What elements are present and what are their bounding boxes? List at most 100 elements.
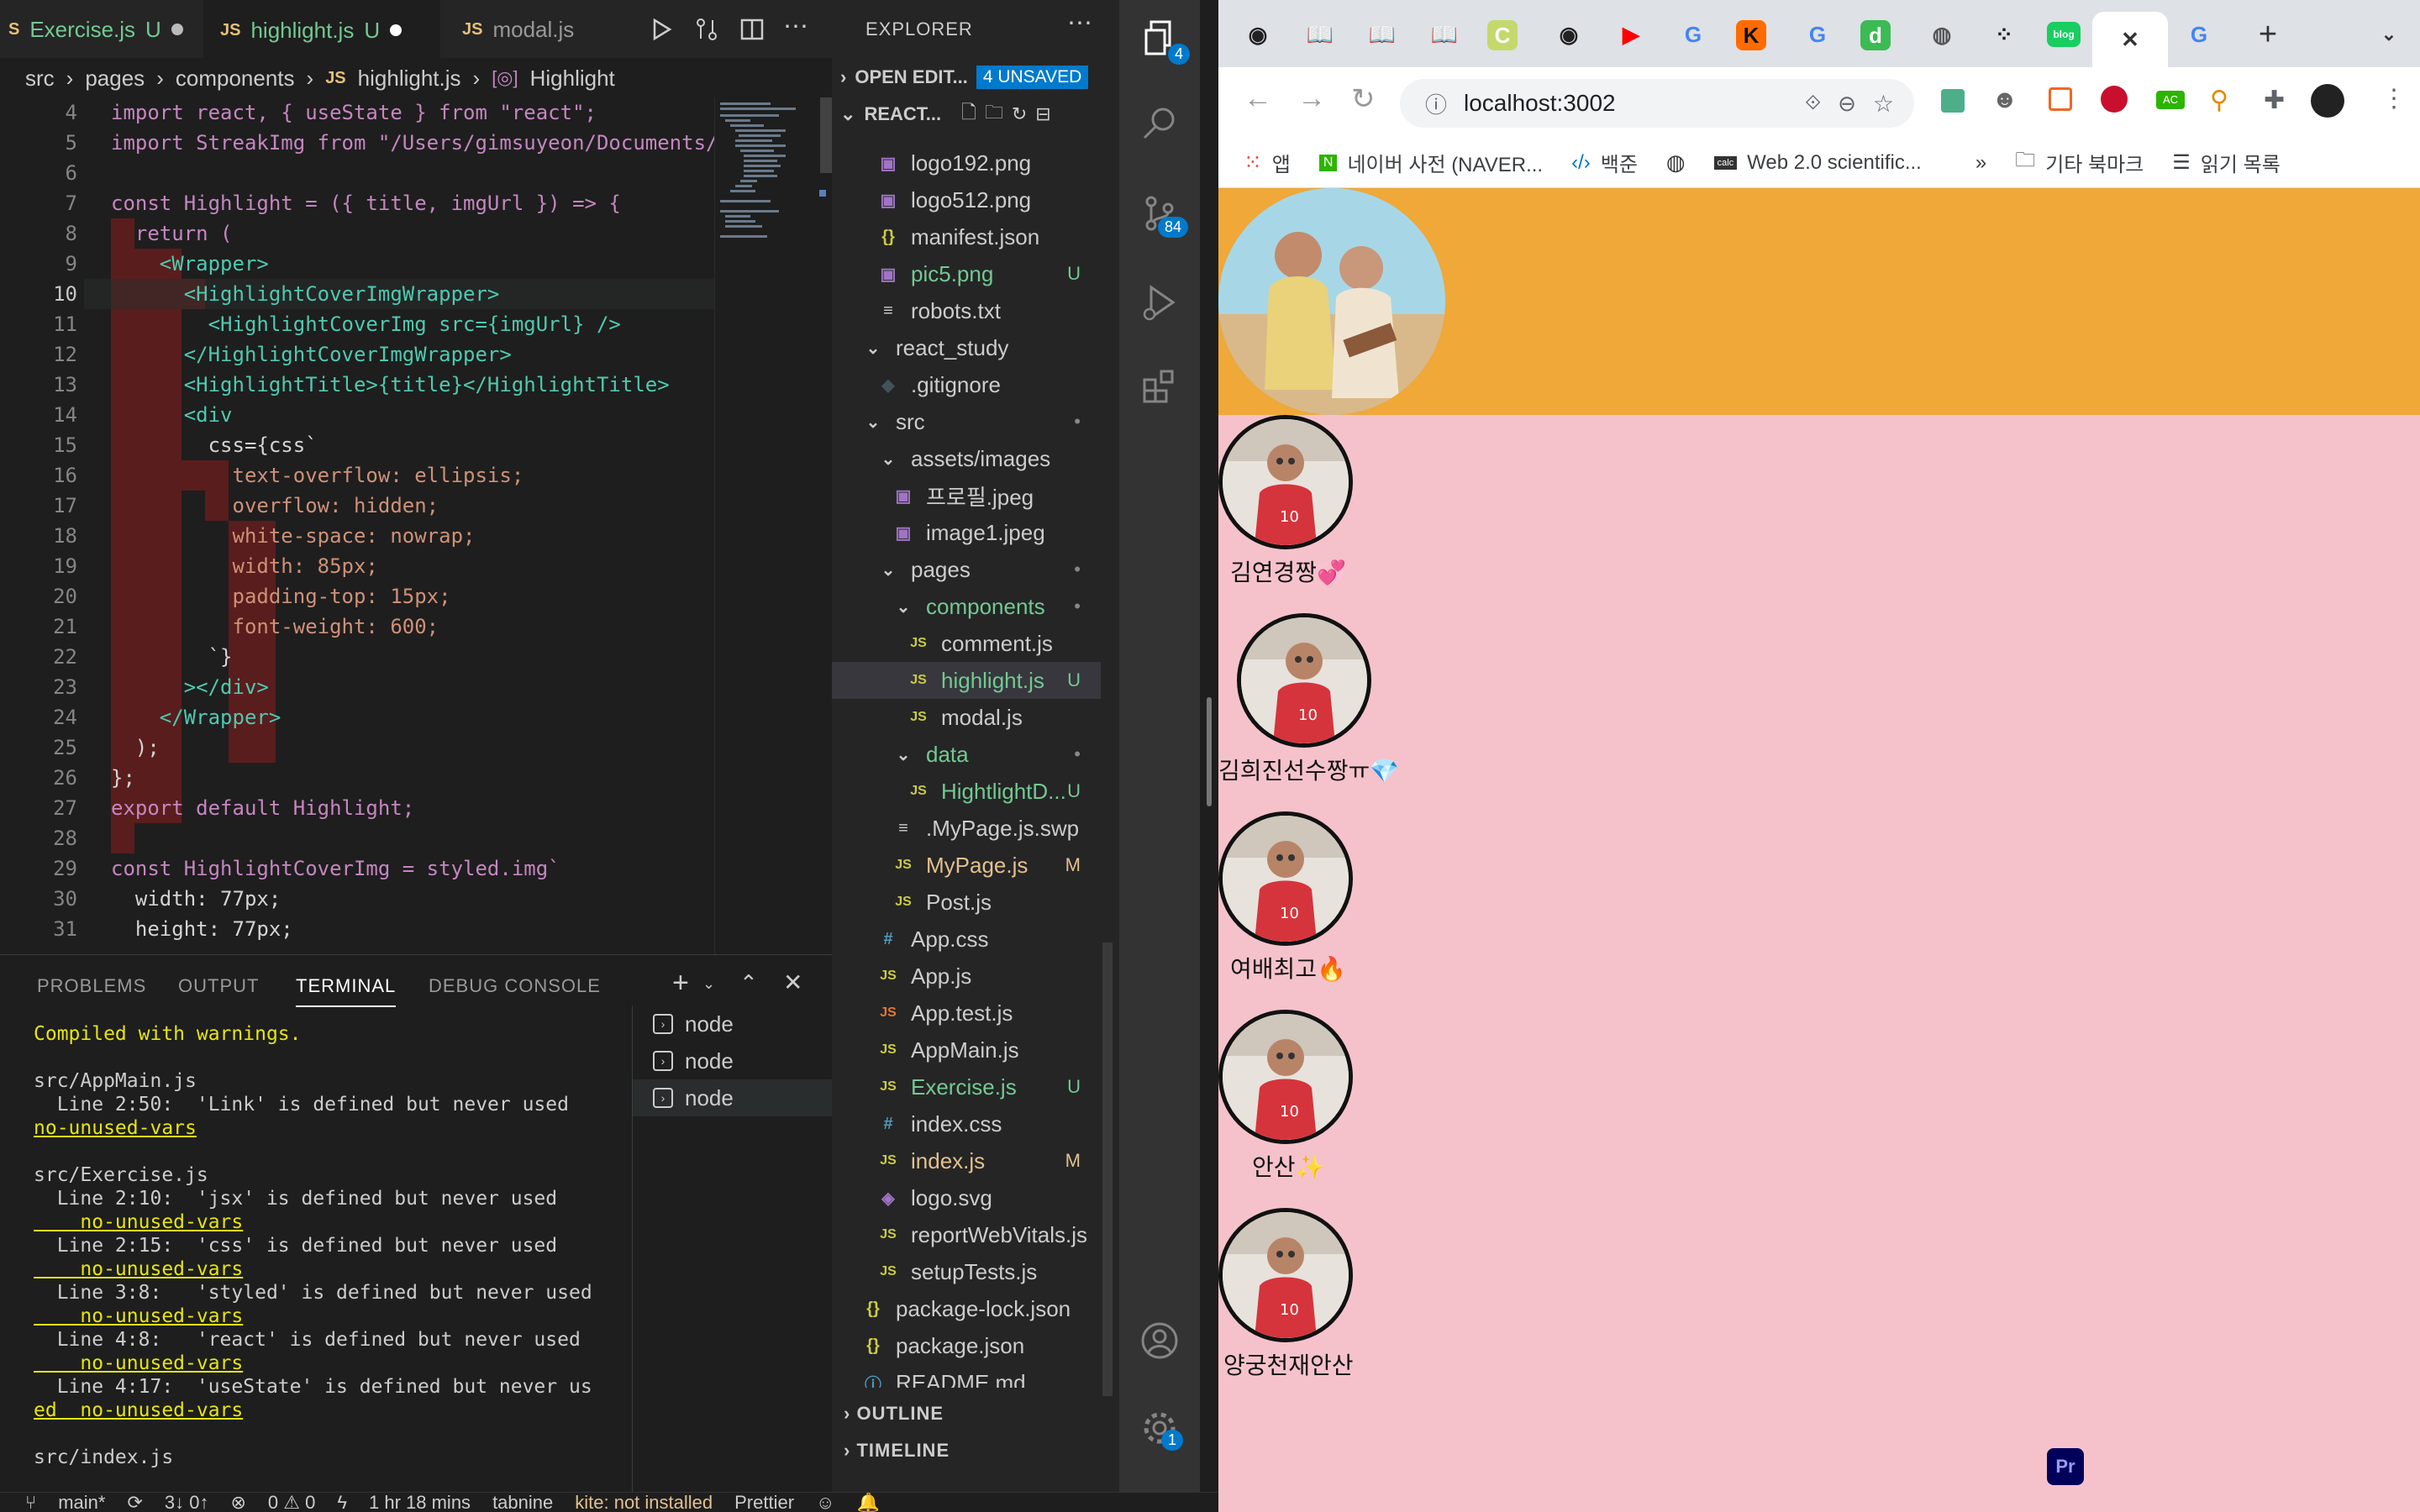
github-tab-icon[interactable]: ◉ — [1239, 18, 1277, 50]
extension-icon[interactable] — [1941, 89, 1965, 113]
github-tab-icon[interactable]: ◉ — [1549, 18, 1588, 50]
problems-status[interactable]: 0 ⚠ 0 — [268, 1493, 315, 1512]
new-folder-icon[interactable]: 🗀 — [985, 98, 1003, 130]
file-tree-item[interactable]: ▣ logo512.png — [832, 181, 1101, 218]
book-tab-icon[interactable]: 📖 — [1301, 18, 1339, 50]
collapse-all-icon[interactable]: ⊟ — [1035, 103, 1050, 125]
highlight-cover[interactable]: 10 — [1218, 811, 1353, 946]
more-actions-icon[interactable]: ⋯ — [783, 12, 808, 41]
file-tree-item[interactable]: JS App.js — [832, 958, 1101, 995]
file-tree-item[interactable]: JS modal.js — [832, 699, 1101, 736]
tab-output[interactable]: OUTPUT — [178, 975, 259, 997]
explorer-scrollbar[interactable] — [1102, 942, 1113, 1396]
k-tab-icon[interactable]: K — [1736, 20, 1766, 50]
file-tree-item[interactable]: ◆ .gitignore — [832, 366, 1101, 403]
terminal-item[interactable]: › node — [633, 1005, 832, 1042]
tab-debug-console[interactable]: DEBUG CONSOLE — [429, 975, 601, 997]
bookmark-naver-dict[interactable]: N 네이버 사전 (NAVER... — [1318, 148, 1543, 177]
globe-icon[interactable]: ◍ — [1666, 150, 1686, 176]
file-tree-item[interactable]: {} package-lock.json — [832, 1290, 1101, 1327]
highlight-cover[interactable]: 10 — [1218, 415, 1353, 549]
prettier-status[interactable]: Prettier — [734, 1493, 794, 1512]
refresh-icon[interactable]: ↻ — [1012, 103, 1027, 125]
extension-icon[interactable]: ⚲ — [2210, 86, 2228, 115]
file-tree-item[interactable]: ▣ pic5.png U — [832, 255, 1101, 292]
dots-tab-icon[interactable]: ⁘ — [1985, 18, 2023, 50]
reading-list[interactable]: ☰ 읽기 목록 — [2172, 148, 2281, 177]
terminal-item[interactable]: › node — [633, 1079, 832, 1116]
tab-highlight-js[interactable]: JS highlight.js U — [203, 0, 440, 59]
bookmark-other[interactable]: 🗀 기타 북마크 — [2015, 145, 2144, 180]
breadcrumb-item[interactable]: highlight.js — [358, 66, 461, 92]
file-tree-item[interactable]: ▣ logo192.png — [832, 144, 1101, 181]
file-tree-item[interactable]: JS Post.js — [832, 884, 1101, 921]
editor-scrollbar[interactable] — [820, 97, 832, 173]
file-tree-item[interactable]: ⌄ components • — [832, 588, 1101, 625]
open-editors-header[interactable]: › OPEN EDIT... 4 UNSAVED — [840, 62, 1089, 92]
file-tree-item[interactable]: ≡ .MyPage.js.swp — [832, 810, 1101, 847]
terminal-output[interactable]: Compiled with warnings. src/AppMain.js Li… — [34, 1022, 622, 1469]
tabnine-status[interactable]: tabnine — [492, 1493, 553, 1512]
split-editor-icon[interactable] — [739, 17, 765, 42]
file-tree-item[interactable]: ⌄ src • — [832, 403, 1101, 440]
terminal-item[interactable]: › node — [633, 1042, 832, 1079]
file-tree-item[interactable]: # App.css — [832, 921, 1101, 958]
file-tree-item[interactable]: JS AppMain.js — [832, 1032, 1101, 1068]
more-bookmarks-icon[interactable]: » — [1975, 151, 1986, 175]
code-editor[interactable]: 4 import react, { useState } from "react"… — [0, 97, 714, 954]
file-tree-item[interactable]: ◈ logo.svg — [832, 1179, 1101, 1216]
file-tree-item[interactable]: JS comment.js — [832, 625, 1101, 662]
avatar[interactable] — [2311, 84, 2344, 118]
google-tab-icon[interactable]: G — [2180, 18, 2218, 50]
file-tree-item[interactable]: {} package.json — [832, 1327, 1101, 1364]
zoom-icon[interactable]: ⊖ — [1838, 91, 1856, 117]
file-tree-item[interactable]: ≡ robots.txt — [832, 292, 1101, 329]
bookmark-apps[interactable]: ⁙ 앱 — [1244, 148, 1291, 177]
google-tab-icon[interactable]: G — [1798, 18, 1837, 50]
breadcrumb-item[interactable]: components — [176, 66, 295, 92]
book-tab-icon[interactable]: 📖 — [1425, 18, 1464, 50]
reload-icon[interactable]: ↻ — [1351, 82, 1376, 116]
file-tree-item[interactable]: ⌄ data • — [832, 736, 1101, 773]
breadcrumb-item[interactable]: Highlight — [530, 66, 615, 92]
breadcrumb-item[interactable]: pages — [85, 66, 145, 92]
bookmark-baekjoon[interactable]: ‹/› 백준 — [1571, 148, 1638, 177]
file-tree-item[interactable]: {} manifest.json — [832, 218, 1101, 255]
close-panel-icon[interactable]: ✕ — [783, 969, 802, 996]
extensions-puzzle-icon[interactable]: ✚ — [2264, 86, 2285, 115]
file-tree-item[interactable]: ⌄ pages • — [832, 551, 1101, 588]
translate-icon[interactable]: ⟐ — [1805, 92, 1821, 115]
tab-exercise-js[interactable]: S Exercise.js U — [0, 0, 200, 59]
chevron-down-icon[interactable]: ⌄ — [702, 975, 715, 993]
active-tab[interactable]: ✕ — [2092, 12, 2168, 67]
tab-search-icon[interactable]: ⌄ — [2370, 18, 2408, 50]
google-tab-icon[interactable]: G — [1674, 18, 1712, 50]
modified-dot-icon[interactable] — [171, 24, 183, 35]
d-tab-icon[interactable]: d — [1860, 20, 1891, 50]
tab-problems[interactable]: PROBLEMS — [37, 975, 146, 997]
highlight-cover[interactable]: 10 — [1218, 1208, 1353, 1342]
divider-handle[interactable] — [1207, 697, 1212, 806]
account-icon[interactable] — [1139, 1320, 1180, 1361]
extension-icon[interactable]: AC — [2156, 91, 2185, 109]
kite-status[interactable]: kite: not installed — [575, 1493, 713, 1512]
file-tree-item[interactable]: ▣ image1.jpeg — [832, 514, 1101, 551]
new-terminal-icon[interactable]: + — [672, 967, 689, 1000]
tab-modal-js[interactable]: JS modal.js — [445, 0, 591, 59]
book-tab-icon[interactable]: 📖 — [1363, 18, 1402, 50]
more-actions-icon[interactable]: ⋯ — [1067, 8, 1092, 38]
compare-changes-icon[interactable] — [694, 17, 719, 42]
profile-photo[interactable] — [1218, 188, 1445, 415]
file-tree-item[interactable]: JS reportWebVitals.js — [832, 1216, 1101, 1253]
file-tree-item[interactable]: JS highlight.js U — [832, 662, 1101, 699]
modified-dot-icon[interactable] — [390, 24, 402, 36]
extension-icon[interactable]: ☻ — [1991, 86, 2018, 114]
extension-icon[interactable] — [2101, 86, 2128, 113]
run-debug-icon[interactable] — [1139, 282, 1180, 323]
c-tab-icon[interactable]: C — [1487, 20, 1518, 50]
maximize-panel-icon[interactable]: ⌃ — [739, 970, 758, 996]
breadcrumb-item[interactable]: src — [25, 66, 55, 92]
outline-header[interactable]: › OUTLINE — [844, 1403, 944, 1425]
project-header[interactable]: ⌄ REACT... 🗋 🗀 ↻ ⊟ — [840, 99, 1051, 129]
file-tree-item[interactable]: ▣ 프로필.jpeg — [832, 477, 1101, 514]
